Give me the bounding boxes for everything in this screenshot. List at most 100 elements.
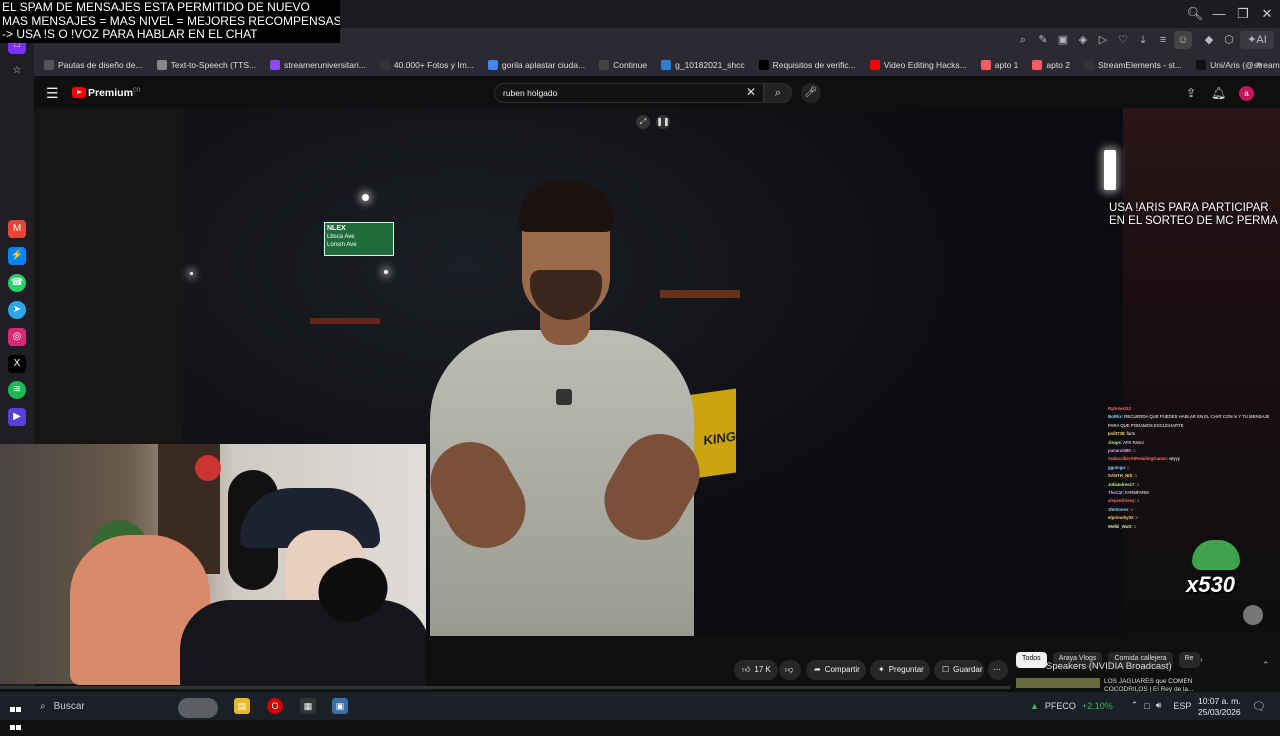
edit-icon[interactable]: ✎: [1034, 31, 1052, 49]
gmail-icon[interactable]: M: [8, 220, 26, 238]
player-controls: ⤢ ❚❚: [636, 115, 670, 129]
ask-label: Preguntar: [888, 665, 924, 674]
chip-0[interactable]: Todos: [1016, 652, 1047, 668]
share-icon: ➦: [814, 665, 821, 674]
star-icon[interactable]: ☆: [8, 62, 26, 80]
clock-date: 25/03/2026: [1198, 707, 1241, 717]
bookmark-item[interactable]: StreamElements - st...: [1080, 60, 1186, 70]
bookmark-favicon-icon: [1032, 60, 1043, 70]
bookmark-item[interactable]: apto 2: [1028, 60, 1074, 70]
upload-icon[interactable]: ⇪: [1186, 86, 1196, 100]
search-button[interactable]: ⌕: [764, 83, 792, 103]
sign-line: Lonsm Ave: [327, 242, 357, 248]
streetlight: [190, 272, 193, 275]
instagram-icon[interactable]: ◎: [8, 328, 26, 346]
chips-next-icon[interactable]: ›: [1200, 655, 1203, 664]
spotify-icon[interactable]: ≋: [8, 381, 26, 399]
app-icon[interactable]: ▦: [300, 698, 316, 714]
notifications-icon[interactable]: 🗨︎: [1252, 700, 1266, 713]
pause-icon[interactable]: ❚❚: [656, 115, 670, 129]
restore-icon[interactable]: ❐: [1234, 5, 1252, 23]
extension-icon[interactable]: ◆: [1200, 31, 1218, 49]
bookmark-item[interactable]: apto 1: [977, 60, 1023, 70]
youtube-logo-icon[interactable]: [72, 87, 86, 98]
more-options-button[interactable]: ⋯: [988, 660, 1008, 680]
bookmark-item[interactable]: Video Editing Hacks...: [866, 60, 971, 70]
bookmark-item[interactable]: gorila aplastar ciuda...: [484, 60, 589, 70]
bookmark-label: g_10182021_shcc: [675, 60, 745, 70]
chevron-up-icon[interactable]: ⌃: [1131, 700, 1139, 711]
heart-icon[interactable]: ♡: [1114, 31, 1132, 49]
like-count: 17 K: [754, 665, 771, 674]
app-window-icon[interactable]: ▣: [332, 698, 348, 714]
bookmark-item[interactable]: g_10182021_shcc: [657, 60, 748, 70]
bookmark-item[interactable]: Text-to-Speech (TTS...: [153, 60, 261, 70]
chat-text: : ○: [1133, 515, 1139, 521]
shield-icon[interactable]: ◈: [1074, 31, 1092, 49]
hamburger-menu-icon[interactable]: ☰: [46, 85, 59, 102]
overlay-badge-icon: [1243, 605, 1263, 625]
bookmark-label: Video Editing Hacks...: [883, 60, 967, 70]
language-indicator[interactable]: ESP: [1173, 701, 1191, 711]
chevron-up-icon[interactable]: ⌃: [1262, 660, 1270, 671]
stream-chat-overlay: RyloVest12 BotRix: RECUERDA QUE PUEDES HA…: [1108, 405, 1280, 531]
whatsapp-icon[interactable]: ☎: [8, 274, 26, 292]
bookmark-item[interactable]: Pautas de diseño de...: [40, 60, 147, 70]
player-icon[interactable]: ▶: [8, 408, 26, 426]
zoom-icon[interactable]: ⌕: [1014, 31, 1032, 49]
video-progress-bar[interactable]: [0, 686, 1010, 689]
camera-icon[interactable]: ▣: [1054, 31, 1072, 49]
close-icon[interactable]: ✕: [1258, 5, 1276, 23]
taskbar-clock[interactable]: 10:07 a. m. 25/03/2026: [1198, 696, 1241, 718]
telegram-icon[interactable]: ➤: [8, 301, 26, 319]
bookmark-item[interactable]: streameruniversitari...: [266, 60, 370, 70]
next-video-thumbnail[interactable]: [1016, 678, 1100, 688]
chip-3[interactable]: Re: [1178, 652, 1200, 668]
bookmarks-overflow-icon[interactable]: »: [1256, 59, 1262, 70]
stock-name[interactable]: PFECO: [1045, 701, 1076, 711]
file-explorer-icon[interactable]: ▤: [234, 698, 250, 714]
like-button[interactable]: 👍︎ 17 K: [734, 660, 778, 680]
voice-search-icon[interactable]: 🎤︎: [801, 83, 821, 103]
ai-button[interactable]: ✦AI: [1240, 31, 1274, 49]
youtube-premium-logo[interactable]: PremiumCO: [88, 87, 140, 99]
notifications-bell-icon[interactable]: 🔔︎: [1211, 86, 1226, 100]
system-tray: ▲ PFECO +2.10% ⌃ □ 🔊︎ ESP: [1030, 700, 1191, 711]
share-button[interactable]: ➦ Compartir: [806, 660, 866, 680]
windows-start-icon[interactable]: [10, 700, 22, 730]
volume-icon[interactable]: 🔊︎: [1156, 700, 1162, 711]
bookmark-label: streameruniversitari...: [284, 60, 366, 70]
opera-icon[interactable]: O: [267, 698, 283, 714]
search-input[interactable]: ruben holgado: [494, 83, 764, 103]
account-avatar[interactable]: a: [1239, 86, 1254, 101]
manatee-widget-icon[interactable]: [178, 698, 218, 718]
minimize-icon[interactable]: —: [1210, 5, 1228, 23]
bookmark-favicon-icon: [980, 60, 991, 70]
messenger-icon[interactable]: ⚡: [8, 247, 26, 265]
miniplayer-icon[interactable]: ⤢: [636, 115, 650, 129]
dislike-button[interactable]: 👎︎: [779, 660, 801, 680]
chat-username: panarol485: [1108, 448, 1131, 454]
bookmark-item[interactable]: 40.000+ Fotos y Im...: [376, 60, 478, 70]
download-icon[interactable]: ⤓: [1134, 31, 1152, 49]
clear-search-icon[interactable]: ✕: [746, 85, 756, 99]
search-icon[interactable]: 🔍︎: [1186, 5, 1204, 23]
play-icon[interactable]: ▷: [1094, 31, 1112, 49]
network-icon[interactable]: □: [1144, 701, 1149, 711]
share-label: Compartir: [824, 665, 860, 674]
chat-username: SubscriberAtRetailingGumm: [1108, 456, 1167, 462]
bookmark-item[interactable]: Uni/Aris (@streame...: [1192, 60, 1280, 70]
cube-icon[interactable]: ⬡: [1220, 31, 1238, 49]
bookmark-favicon-icon: [487, 60, 498, 70]
profile-icon[interactable]: ☺: [1174, 31, 1192, 49]
x-icon[interactable]: X: [8, 355, 26, 373]
save-button[interactable]: ☐ Guardar: [934, 660, 984, 680]
bookmark-item[interactable]: Requisitos de verific...: [755, 60, 860, 70]
ask-button[interactable]: ✦ Preguntar: [870, 660, 930, 680]
chat-username: gguinga: [1108, 464, 1125, 470]
giveaway-line: EN EL SORTEO DE MC PERMA: [1109, 215, 1278, 227]
chat-message: SubscriberAtRetailingGumm: wtyyy: [1108, 455, 1280, 463]
menu-lines-icon[interactable]: ≡: [1154, 31, 1172, 49]
chat-text: : ○: [1128, 506, 1134, 512]
bookmark-item[interactable]: Continue: [595, 60, 651, 70]
